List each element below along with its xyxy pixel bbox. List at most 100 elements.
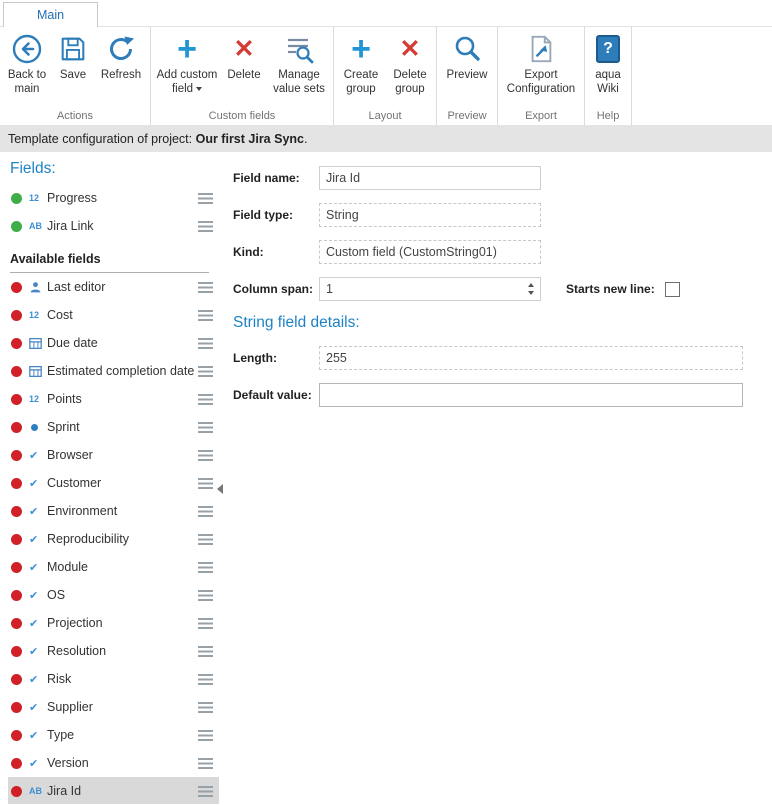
field-item-points[interactable]: 12 Points — [8, 385, 219, 413]
ribbon-group-label-actions: Actions — [2, 109, 148, 125]
field-item-module[interactable]: ✔ Module — [8, 553, 219, 581]
field-item-os[interactable]: ✔ OS — [8, 581, 219, 609]
back-to-main-button[interactable]: Back to main — [2, 27, 52, 99]
drag-handle-icon[interactable] — [198, 786, 213, 797]
field-status-dot — [11, 193, 22, 204]
starts-new-line-checkbox[interactable] — [665, 282, 680, 297]
drag-handle-icon[interactable] — [198, 193, 213, 204]
drag-handle-icon[interactable] — [198, 221, 213, 232]
field-status-dot — [11, 674, 22, 685]
string-field-details-title: String field details: — [233, 314, 772, 332]
field-item-type[interactable]: ✔ Type — [8, 721, 219, 749]
drag-handle-icon[interactable] — [198, 338, 213, 349]
preview-button[interactable]: Preview — [439, 27, 495, 85]
field-item-last-editor[interactable]: Last editor — [8, 273, 219, 301]
column-span-label: Column span: — [233, 282, 319, 296]
field-item-progress[interactable]: 12 Progress — [8, 184, 219, 212]
check-type-icon: ✔ — [29, 589, 47, 602]
field-status-dot — [11, 562, 22, 573]
field-item-cost[interactable]: 12 Cost — [8, 301, 219, 329]
field-item-resolution[interactable]: ✔ Resolution — [8, 637, 219, 665]
field-item-risk[interactable]: ✔ Risk — [8, 665, 219, 693]
field-status-dot — [11, 394, 22, 405]
manage-value-sets-button[interactable]: Manage value sets — [267, 27, 331, 99]
field-status-dot — [11, 646, 22, 657]
field-status-dot — [11, 702, 22, 713]
check-type-icon: ✔ — [29, 701, 47, 714]
drag-handle-icon[interactable] — [198, 590, 213, 601]
field-item-supplier[interactable]: ✔ Supplier — [8, 693, 219, 721]
sprint-type-icon — [29, 424, 47, 431]
delete-button[interactable]: ✕ Delete — [221, 27, 267, 85]
date-type-icon — [29, 365, 47, 378]
field-item-estimated-completion-date[interactable]: Estimated completion date — [8, 357, 219, 385]
ribbon-group-layout: + Create group ✕ Delete group Layout — [334, 27, 437, 125]
drag-handle-icon[interactable] — [198, 562, 213, 573]
drag-handle-icon[interactable] — [198, 758, 213, 769]
project-name: Our first Jira Sync — [196, 132, 304, 146]
field-status-dot — [11, 786, 22, 797]
back-arrow-icon — [11, 31, 43, 67]
check-type-icon: ✔ — [29, 757, 47, 770]
field-type-input[interactable] — [319, 203, 541, 227]
field-item-browser[interactable]: ✔ Browser — [8, 441, 219, 469]
ribbon-tab-strip: Main — [0, 0, 772, 27]
starts-new-line-label: Starts new line: — [566, 282, 655, 296]
spinner-down-icon[interactable] — [528, 291, 534, 295]
field-item-projection[interactable]: ✔ Projection — [8, 609, 219, 637]
drag-handle-icon[interactable] — [198, 674, 213, 685]
check-type-icon: ✔ — [29, 477, 47, 490]
delete-label: Delete — [227, 69, 260, 83]
field-type-label: Field type: — [233, 208, 319, 222]
panel-collapse-arrow-icon[interactable] — [217, 484, 223, 494]
spinner-up-icon[interactable] — [528, 283, 534, 287]
delete-x-icon: ✕ — [234, 31, 255, 67]
add-custom-field-button[interactable]: + Add custom field — [153, 27, 221, 99]
drag-handle-icon[interactable] — [198, 618, 213, 629]
number-type-icon: 12 — [29, 310, 47, 320]
field-status-dot — [11, 450, 22, 461]
create-group-button[interactable]: + Create group — [336, 27, 386, 99]
field-status-dot — [11, 310, 22, 321]
field-item-customer[interactable]: ✔ Customer — [8, 469, 219, 497]
drag-handle-icon[interactable] — [198, 282, 213, 293]
date-type-icon — [29, 337, 47, 350]
field-item-jira-id[interactable]: AB Jira Id — [8, 777, 219, 804]
save-button[interactable]: Save — [52, 27, 94, 85]
export-document-icon — [526, 31, 556, 67]
tab-main[interactable]: Main — [3, 2, 98, 27]
drag-handle-icon[interactable] — [198, 506, 213, 517]
aqua-wiki-button[interactable]: ? aqua Wiki — [587, 27, 629, 99]
drag-handle-icon[interactable] — [198, 702, 213, 713]
column-span-stepper[interactable] — [319, 277, 541, 301]
drag-handle-icon[interactable] — [198, 646, 213, 657]
field-status-dot — [11, 506, 22, 517]
field-name-input[interactable] — [319, 166, 541, 190]
kind-input[interactable] — [319, 240, 541, 264]
length-input[interactable] — [319, 346, 743, 370]
drag-handle-icon[interactable] — [198, 310, 213, 321]
field-item-sprint[interactable]: Sprint — [8, 413, 219, 441]
check-type-icon: ✔ — [29, 561, 47, 574]
save-label: Save — [60, 69, 86, 83]
refresh-button[interactable]: Refresh — [94, 27, 148, 85]
drag-handle-icon[interactable] — [198, 366, 213, 377]
field-status-dot — [11, 534, 22, 545]
delete-group-button[interactable]: ✕ Delete group — [386, 27, 434, 99]
field-item-version[interactable]: ✔ Version — [8, 749, 219, 777]
drag-handle-icon[interactable] — [198, 450, 213, 461]
field-item-due-date[interactable]: Due date — [8, 329, 219, 357]
drag-handle-icon[interactable] — [198, 534, 213, 545]
column-span-input[interactable] — [319, 277, 541, 301]
template-configuration-bar: Template configuration of project: Our f… — [0, 125, 772, 152]
drag-handle-icon[interactable] — [198, 478, 213, 489]
field-item-environment[interactable]: ✔ Environment — [8, 497, 219, 525]
check-type-icon: ✔ — [29, 449, 47, 462]
drag-handle-icon[interactable] — [198, 422, 213, 433]
export-configuration-button[interactable]: Export Configuration — [500, 27, 582, 99]
field-item-reproducibility[interactable]: ✔ Reproducibility — [8, 525, 219, 553]
drag-handle-icon[interactable] — [198, 730, 213, 741]
field-item-jira-link[interactable]: AB Jira Link — [8, 212, 219, 240]
drag-handle-icon[interactable] — [198, 394, 213, 405]
default-value-input[interactable] — [319, 383, 743, 407]
